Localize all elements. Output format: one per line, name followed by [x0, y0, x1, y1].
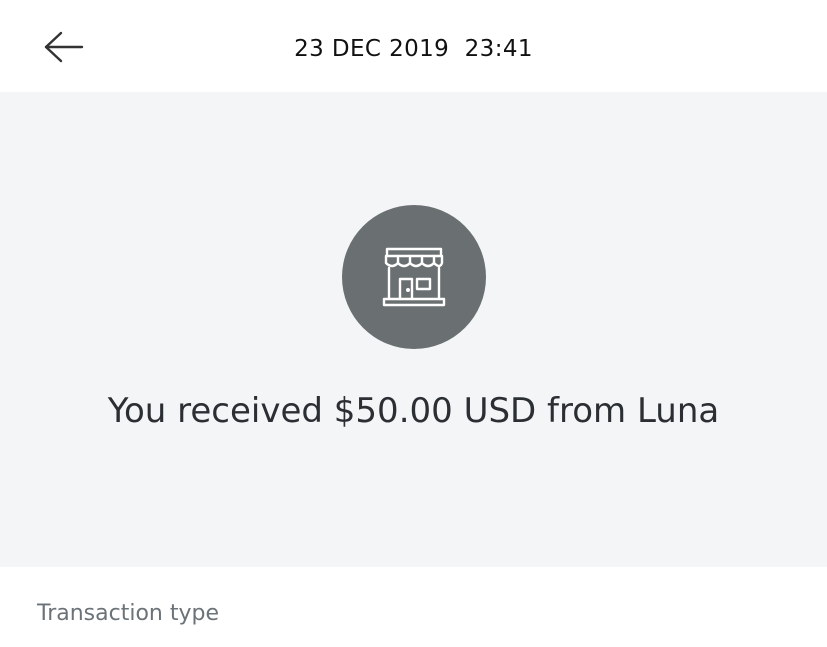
- transaction-summary-text: You received $50.00 USD from Luna: [107, 391, 720, 431]
- merchant-avatar: [342, 205, 486, 349]
- transaction-summary-panel: You received $50.00 USD from Luna: [0, 92, 827, 567]
- transaction-datetime: 23 DEC 2019 23:41: [294, 36, 533, 62]
- transaction-type-label: Transaction type: [37, 601, 219, 626]
- transaction-details: Transaction type: [0, 567, 827, 647]
- storefront-icon: [382, 247, 446, 307]
- header-bar: 23 DEC 2019 23:41: [0, 0, 827, 92]
